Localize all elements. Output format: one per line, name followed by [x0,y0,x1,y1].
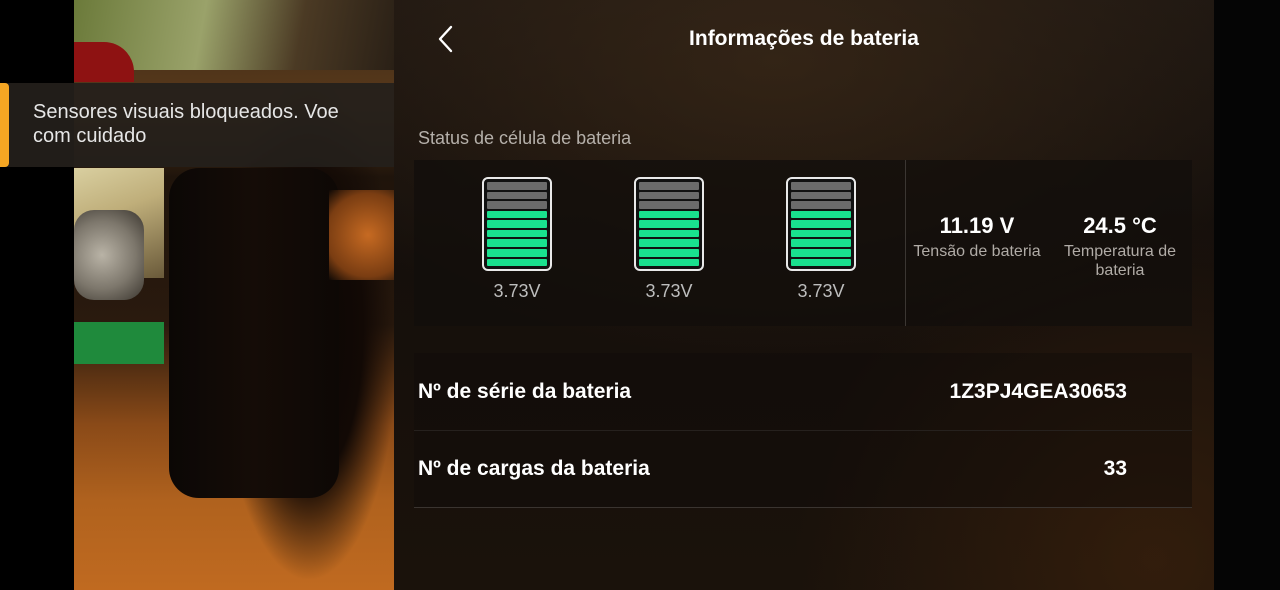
charge-count-value: 33 [1103,457,1127,480]
battery-info-panel: Informações de bateria Status de célula … [394,0,1214,590]
battery-voltage-label: Tensão de bateria [913,243,1041,260]
cell-segment-charged [487,229,547,238]
battery-cell-icon [634,177,704,271]
page-title: Informações de bateria [689,27,919,50]
battery-voltage-value: 11.19 V [939,213,1015,238]
cell-status-card: 3.73V 3.73V 3.73V 11.19 V Tensão de bate… [414,160,1192,326]
cell-segment-charged [791,220,851,228]
battery-cell-icon [482,177,552,271]
camera-scene-orange-blob [329,190,394,280]
cell-segment-charged [487,258,547,267]
battery-voltage-stat: 11.19 V Tensão de bateria [912,212,1042,261]
battery-temperature-value: 24.5 °C [1083,213,1157,238]
cell-segment-charged [791,248,851,257]
battery-cell-3: 3.73V [776,177,866,302]
cell-segment-charged [487,248,547,257]
cell-segment-empty [791,182,851,190]
cell-segment-empty [791,201,851,209]
cell-segment-charged [639,258,699,267]
camera-scene-dark-object [169,168,339,498]
toast-message: Sensores visuais bloqueados. Voe com cui… [33,101,339,147]
camera-scene-rock [74,210,144,300]
cell-segment-charged [487,239,547,247]
charge-count-label: Nº de cargas da bateria [418,457,650,480]
warning-toast: Sensores visuais bloqueados. Voe com cui… [0,83,394,167]
cell-segment-charged [639,229,699,238]
cell-segment-charged [639,248,699,257]
cell-segment-charged [639,210,699,219]
cell-segment-empty [639,182,699,190]
cell-voltage: 3.73V [797,281,845,301]
battery-temperature-label: Temperatura de bateria [1063,243,1177,279]
toast-accent-bar [0,83,9,167]
cell-segment-empty [639,191,699,200]
cell-segment-charged [791,239,851,247]
battery-cell-icon [786,177,856,271]
cell-segment-charged [791,258,851,267]
charge-count-row: Nº de cargas da bateria 33 [414,430,1192,508]
battery-cell-1: 3.73V [472,177,562,302]
cell-segment-empty [487,191,547,200]
cell-segment-charged [791,229,851,238]
cell-voltage: 3.73V [645,281,693,301]
serial-number-value: 1Z3PJ4GEA30653 [949,380,1127,403]
cell-segment-charged [487,210,547,219]
cell-segment-charged [639,239,699,247]
serial-number-row: Nº de série da bateria 1Z3PJ4GEA30653 [414,353,1192,431]
cell-status-label: Status de célula de bateria [418,128,632,148]
cell-voltage: 3.73V [493,281,541,301]
cell-segment-empty [487,201,547,209]
battery-cell-2: 3.73V [624,177,714,302]
camera-scene-green-strip [74,322,164,364]
cell-segment-charged [639,220,699,228]
cell-segment-empty [791,191,851,200]
card-divider [905,160,906,326]
cell-segment-empty [639,201,699,209]
cell-segment-charged [487,220,547,228]
battery-temperature-stat: 24.5 °C Temperatura de bateria [1062,212,1178,280]
cell-segment-charged [791,210,851,219]
right-edge-strip [1214,0,1280,590]
serial-number-label: Nº de série da bateria [418,380,632,403]
cell-segment-empty [487,182,547,190]
